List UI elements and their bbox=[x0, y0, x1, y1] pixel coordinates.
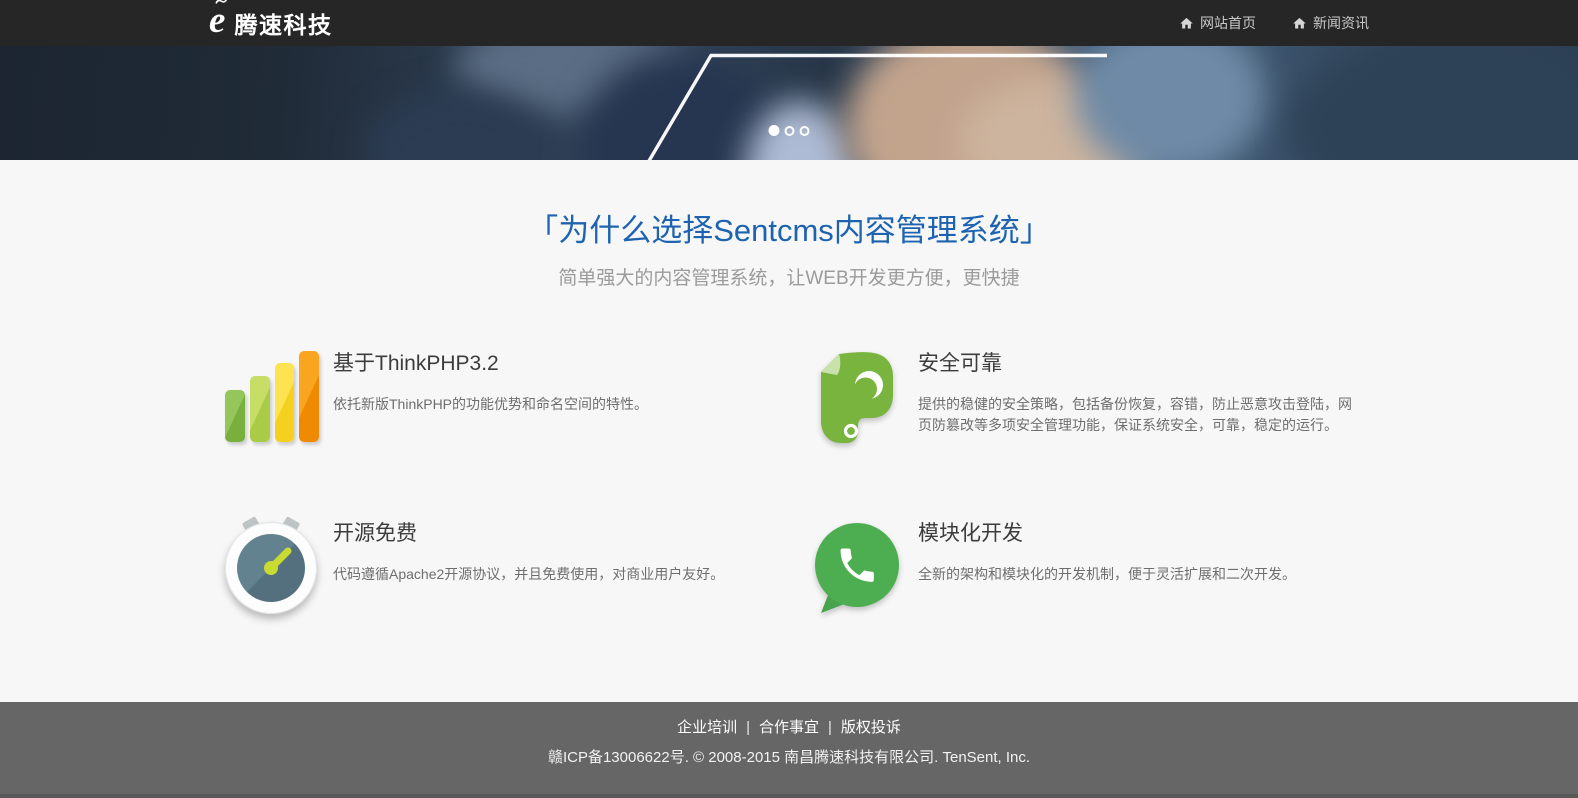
nav-item-home[interactable]: 网站首页 bbox=[1179, 13, 1256, 33]
feature-desc: 依托新版ThinkPHP的功能优势和命名空间的特性。 bbox=[333, 394, 648, 415]
feature-body: 基于ThinkPHP3.2 依托新版ThinkPHP的功能优势和命名空间的特性。 bbox=[333, 348, 648, 415]
carousel-dot-2[interactable] bbox=[785, 126, 795, 136]
footer: 企业培训 | 合作事宜 | 版权投诉 赣ICP备13006622号. © 2008-20… bbox=[0, 702, 1578, 798]
feature-body: 开源免费 代码遵循Apache2开源协议，并且免费使用，对商业用户友好。 bbox=[333, 518, 724, 585]
dragon-e-logo-icon: e bbox=[209, 2, 225, 39]
feature-body: 安全可靠 提供的稳健的安全策略，包括备份恢复，容错，防止恶意攻击登陆，网页防篡改… bbox=[918, 348, 1354, 436]
feature-modular: 模块化开发 全新的架构和模块化的开发机制，便于灵活扩展和二次开发。 bbox=[808, 518, 1355, 614]
navbar-inner: e 腾速科技 网站首页 新闻资讯 bbox=[209, 0, 1369, 46]
footer-link-copyright-complaint[interactable]: 版权投诉 bbox=[841, 719, 901, 736]
home-icon bbox=[1179, 16, 1194, 31]
section-title: 「为什么选择Sentcms内容管理系统」 bbox=[0, 209, 1578, 253]
feature-desc: 代码遵循Apache2开源协议，并且免费使用，对商业用户友好。 bbox=[333, 564, 724, 585]
footer-link-training[interactable]: 企业培训 bbox=[677, 719, 737, 736]
feature-title: 安全可靠 bbox=[918, 351, 1354, 377]
logo-text: 腾速科技 bbox=[234, 6, 332, 40]
logo[interactable]: e 腾速科技 bbox=[209, 5, 332, 42]
whatsapp-icon bbox=[808, 518, 904, 614]
feature-body: 模块化开发 全新的架构和模块化的开发机制，便于灵活扩展和二次开发。 bbox=[918, 518, 1296, 585]
feature-title: 基于ThinkPHP3.2 bbox=[333, 351, 648, 377]
feature-title: 开源免费 bbox=[333, 521, 724, 547]
nav-item-label: 网站首页 bbox=[1200, 13, 1256, 33]
footer-separator: | bbox=[746, 719, 750, 736]
feature-title: 模块化开发 bbox=[918, 521, 1296, 547]
bar-chart-icon bbox=[223, 348, 319, 444]
carousel-dot-1[interactable] bbox=[769, 125, 780, 136]
nav-item-news[interactable]: 新闻资讯 bbox=[1292, 13, 1369, 33]
top-navbar: e 腾速科技 网站首页 新闻资讯 bbox=[0, 0, 1578, 46]
stopwatch-face bbox=[225, 522, 317, 614]
hero-carousel[interactable] bbox=[0, 46, 1578, 160]
footer-links: 企业培训 | 合作事宜 | 版权投诉 bbox=[0, 717, 1578, 738]
carousel-dot-3[interactable] bbox=[800, 126, 810, 136]
evernote-elephant-icon bbox=[808, 348, 904, 444]
main-nav: 网站首页 新闻资讯 bbox=[1179, 13, 1369, 33]
footer-bottom-strip bbox=[0, 794, 1578, 798]
main-content: 「为什么选择Sentcms内容管理系统」 简单强大的内容管理系统，让WEB开发更… bbox=[0, 160, 1578, 702]
stopwatch-hub bbox=[264, 561, 278, 575]
bar-chart-bar bbox=[250, 376, 270, 442]
section-subtitle: 简单强大的内容管理系统，让WEB开发更方便，更快捷 bbox=[0, 265, 1578, 292]
bar-chart-bar bbox=[275, 363, 295, 442]
bar-chart-bar bbox=[225, 390, 245, 442]
feature-thinkphp: 基于ThinkPHP3.2 依托新版ThinkPHP的功能优势和命名空间的特性。 bbox=[223, 348, 770, 444]
feature-desc: 提供的稳健的安全策略，包括备份恢复，容错，防止恶意攻击登陆，网页防篡改等多项安全… bbox=[918, 394, 1354, 436]
feature-security: 安全可靠 提供的稳健的安全策略，包括备份恢复，容错，防止恶意攻击登陆，网页防篡改… bbox=[808, 348, 1355, 444]
hero-decorative-line bbox=[0, 46, 1578, 160]
bar-chart-bar bbox=[299, 351, 319, 442]
carousel-dots bbox=[769, 125, 810, 136]
footer-separator: | bbox=[828, 719, 832, 736]
stopwatch-icon bbox=[223, 518, 319, 614]
home-icon bbox=[1292, 16, 1307, 31]
footer-copyright: 赣ICP备13006622号. © 2008-2015 南昌腾速科技有限公司. … bbox=[0, 747, 1578, 768]
footer-link-cooperation[interactable]: 合作事宜 bbox=[759, 719, 819, 736]
feature-desc: 全新的架构和模块化的开发机制，便于灵活扩展和二次开发。 bbox=[918, 564, 1296, 585]
features-grid: 基于ThinkPHP3.2 依托新版ThinkPHP的功能优势和命名空间的特性。… bbox=[223, 348, 1355, 614]
feature-opensource: 开源免费 代码遵循Apache2开源协议，并且免费使用，对商业用户友好。 bbox=[223, 518, 770, 614]
nav-item-label: 新闻资讯 bbox=[1313, 13, 1369, 33]
